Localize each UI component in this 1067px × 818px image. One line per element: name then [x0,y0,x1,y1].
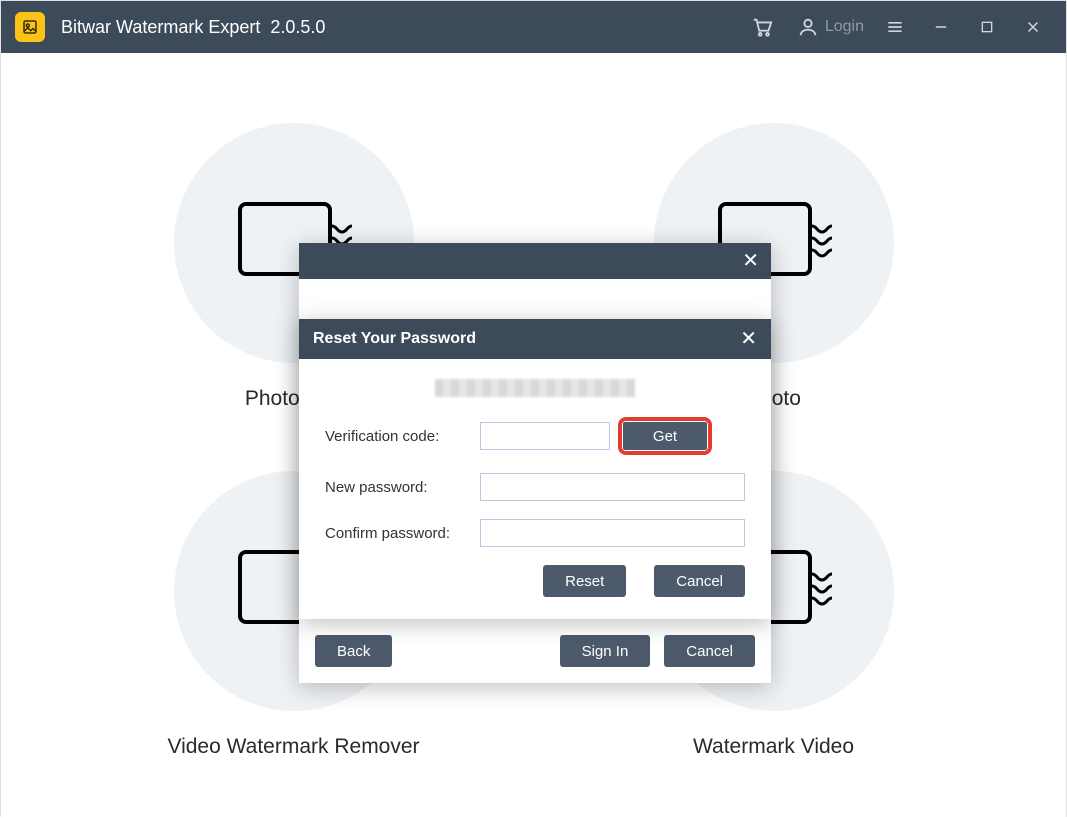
title-bar: Bitwar Watermark Expert 2.0.5.0 Login [1,1,1066,53]
maximize-icon[interactable] [964,1,1010,53]
get-button-highlight: Get [618,417,712,455]
verification-code-label: Verification code: [325,428,480,445]
menu-icon[interactable] [872,1,918,53]
cancel-button[interactable]: Cancel [664,635,755,667]
verification-code-input[interactable] [480,422,610,450]
login-link[interactable]: Login [825,18,864,36]
close-icon[interactable]: ✕ [740,329,757,349]
close-icon[interactable]: ✕ [742,251,759,271]
confirm-password-label: Confirm password: [325,525,480,542]
app-name: Bitwar Watermark Expert [61,17,260,38]
get-code-button[interactable]: Get [623,422,707,450]
signin-button[interactable]: Sign In [560,635,651,667]
app-version: 2.0.5.0 [270,17,325,38]
redacted-email [435,379,635,397]
feature-label: Watermark Video [693,735,854,759]
back-button[interactable]: Back [315,635,392,667]
minimize-icon[interactable] [918,1,964,53]
cart-icon[interactable] [739,1,785,53]
feature-label: Video Watermark Remover [167,735,419,759]
app-logo [15,12,45,42]
new-password-input[interactable] [480,473,745,501]
main-area: Photo Wat Photo Video Watermark Remover … [1,53,1066,818]
reset-button[interactable]: Reset [543,565,626,597]
confirm-password-input[interactable] [480,519,745,547]
new-password-label: New password: [325,479,480,496]
close-window-icon[interactable] [1010,1,1056,53]
reset-password-modal: Reset Your Password ✕ Verification code:… [299,319,771,619]
modal-title: Reset Your Password [313,330,476,348]
cancel-button[interactable]: Cancel [654,565,745,597]
